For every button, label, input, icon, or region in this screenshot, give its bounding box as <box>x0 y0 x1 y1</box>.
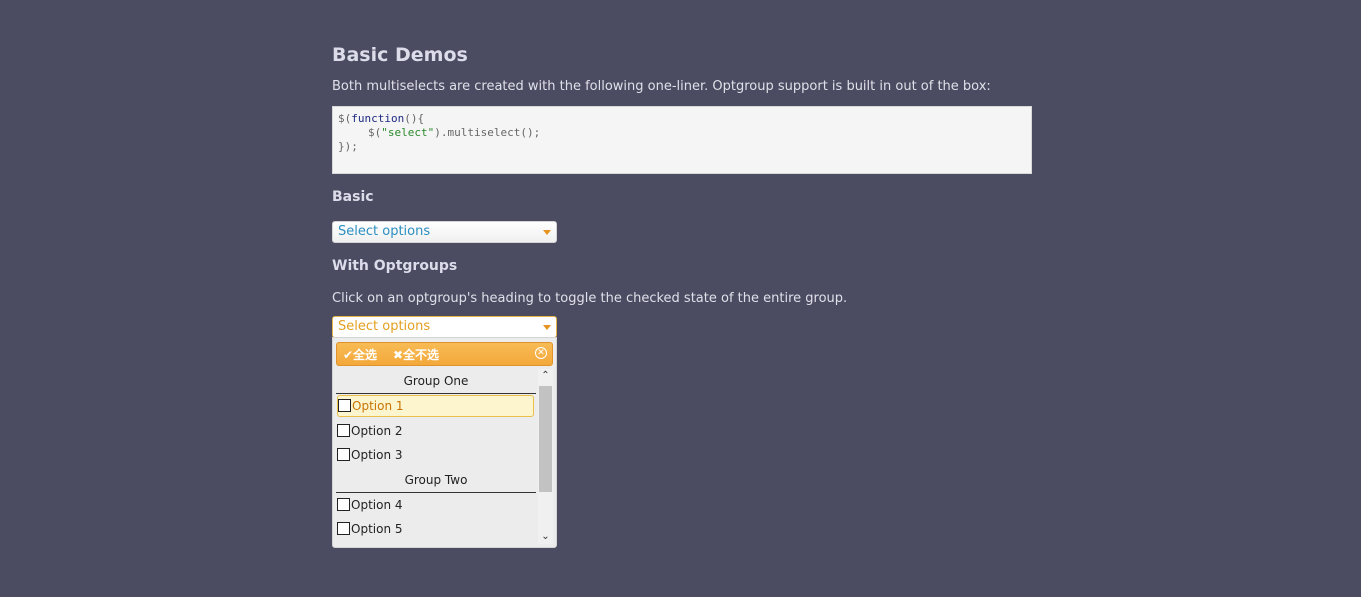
scrollbar-thumb[interactable] <box>539 386 552 492</box>
optgroup-heading-two[interactable]: Group Two <box>336 468 536 493</box>
option-item[interactable]: Option 1 <box>337 395 534 417</box>
checkbox[interactable] <box>337 423 350 437</box>
basic-multiselect-label: Select options <box>338 224 431 239</box>
triangle-down-icon <box>543 325 551 330</box>
basic-heading: Basic <box>332 189 374 205</box>
option-item[interactable]: Option 3 <box>337 444 532 466</box>
chevron-up-icon[interactable]: ⌃ <box>538 369 553 383</box>
code-block: $(function(){ $("select").multiselect();… <box>332 106 1032 174</box>
option-label: Option 4 <box>351 498 403 512</box>
optgroups-heading: With Optgroups <box>332 258 458 274</box>
code-line-2: $("select").multiselect(); <box>368 126 541 139</box>
code-line-3: }); <box>338 140 358 153</box>
option-label: Option 5 <box>351 522 403 536</box>
option-item[interactable]: Option 2 <box>337 420 532 442</box>
triangle-down-icon <box>543 230 551 235</box>
section-title: Basic Demos <box>332 44 468 66</box>
menu-header: ✔全选 ✖全不选 ✕ <box>336 342 553 366</box>
checkbox[interactable] <box>337 521 350 535</box>
close-icon[interactable]: ✕ <box>535 347 547 359</box>
optgroups-multiselect-label: Select options <box>338 319 431 334</box>
checkbox[interactable] <box>337 497 350 511</box>
code-line-1: $(function(){ <box>338 112 425 125</box>
option-item[interactable]: Option 4 <box>337 494 532 516</box>
check-all-link[interactable]: ✔全选 <box>343 346 377 363</box>
checkbox[interactable] <box>338 398 351 412</box>
uncheck-all-link[interactable]: ✖全不选 <box>393 346 439 363</box>
option-label: Option 3 <box>351 448 403 462</box>
chevron-down-icon[interactable]: ⌄ <box>538 530 553 544</box>
optgroups-multiselect-button[interactable]: Select options <box>332 316 557 338</box>
intro-text: Both multiselects are created with the f… <box>332 79 991 94</box>
options-list: Group One Option 1 Option 2 Option 3 Gro… <box>336 369 536 544</box>
optgroup-heading-one[interactable]: Group One <box>336 369 536 394</box>
vertical-scrollbar[interactable]: ⌃ ⌄ <box>538 369 553 544</box>
optgroups-note: Click on an optgroup's heading to toggle… <box>332 291 848 306</box>
checkbox[interactable] <box>337 447 350 461</box>
option-label: Option 1 <box>352 399 404 413</box>
basic-multiselect-button[interactable]: Select options <box>332 221 557 243</box>
option-label: Option 2 <box>351 424 403 438</box>
option-item[interactable]: Option 5 <box>337 518 532 540</box>
multiselect-menu: ✔全选 ✖全不选 ✕ Group One Option 1 Option 2 O… <box>332 337 557 548</box>
